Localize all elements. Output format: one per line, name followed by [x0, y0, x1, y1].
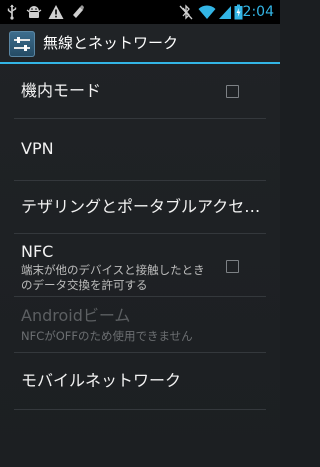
setting-nfc[interactable]: NFC 端末が他のデバイスと接触したときのデータ交換を許可する: [0, 234, 280, 296]
screen: 2:04 無線とネットワーク 機内モード VPN テザリングとポータブルアクセ…: [0, 0, 280, 467]
signal-icon: [218, 4, 232, 20]
settings-app-icon[interactable]: [9, 31, 35, 57]
wifi-icon: [198, 4, 216, 20]
nfc-checkbox[interactable]: [226, 260, 239, 273]
setting-label: 機内モード: [21, 81, 102, 100]
sync-icon: [71, 4, 85, 20]
setting-summary: NFCがOFFのため使用できません: [21, 329, 193, 343]
airplane-mode-checkbox[interactable]: [226, 85, 239, 98]
setting-label: Androidビーム: [21, 306, 131, 325]
setting-label: テザリングとポータブルアクセ…: [21, 197, 261, 216]
action-bar: 無線とネットワーク: [0, 24, 280, 64]
setting-label: VPN: [21, 139, 54, 158]
bluetooth-off-icon: [179, 4, 193, 20]
setting-label: モバイルネットワーク: [21, 371, 182, 390]
setting-airplane-mode[interactable]: 機内モード: [0, 64, 280, 118]
status-time: 2:04: [242, 4, 274, 20]
divider: [14, 409, 266, 410]
setting-mobile-network[interactable]: モバイルネットワーク: [0, 353, 280, 409]
setting-android-beam: Androidビーム NFCがOFFのため使用できません: [0, 297, 280, 352]
setting-label: NFC: [21, 242, 54, 261]
setting-summary: 端末が他のデバイスと接触したときのデータ交換を許可する: [21, 263, 205, 292]
setting-tethering[interactable]: テザリングとポータブルアクセ…: [0, 181, 280, 233]
page-title: 無線とネットワーク: [43, 34, 179, 52]
android-debug-icon: [26, 4, 42, 20]
status-bar: 2:04: [0, 0, 280, 24]
warning-icon: [48, 4, 64, 20]
setting-vpn[interactable]: VPN: [0, 119, 280, 180]
usb-icon: [6, 4, 18, 20]
